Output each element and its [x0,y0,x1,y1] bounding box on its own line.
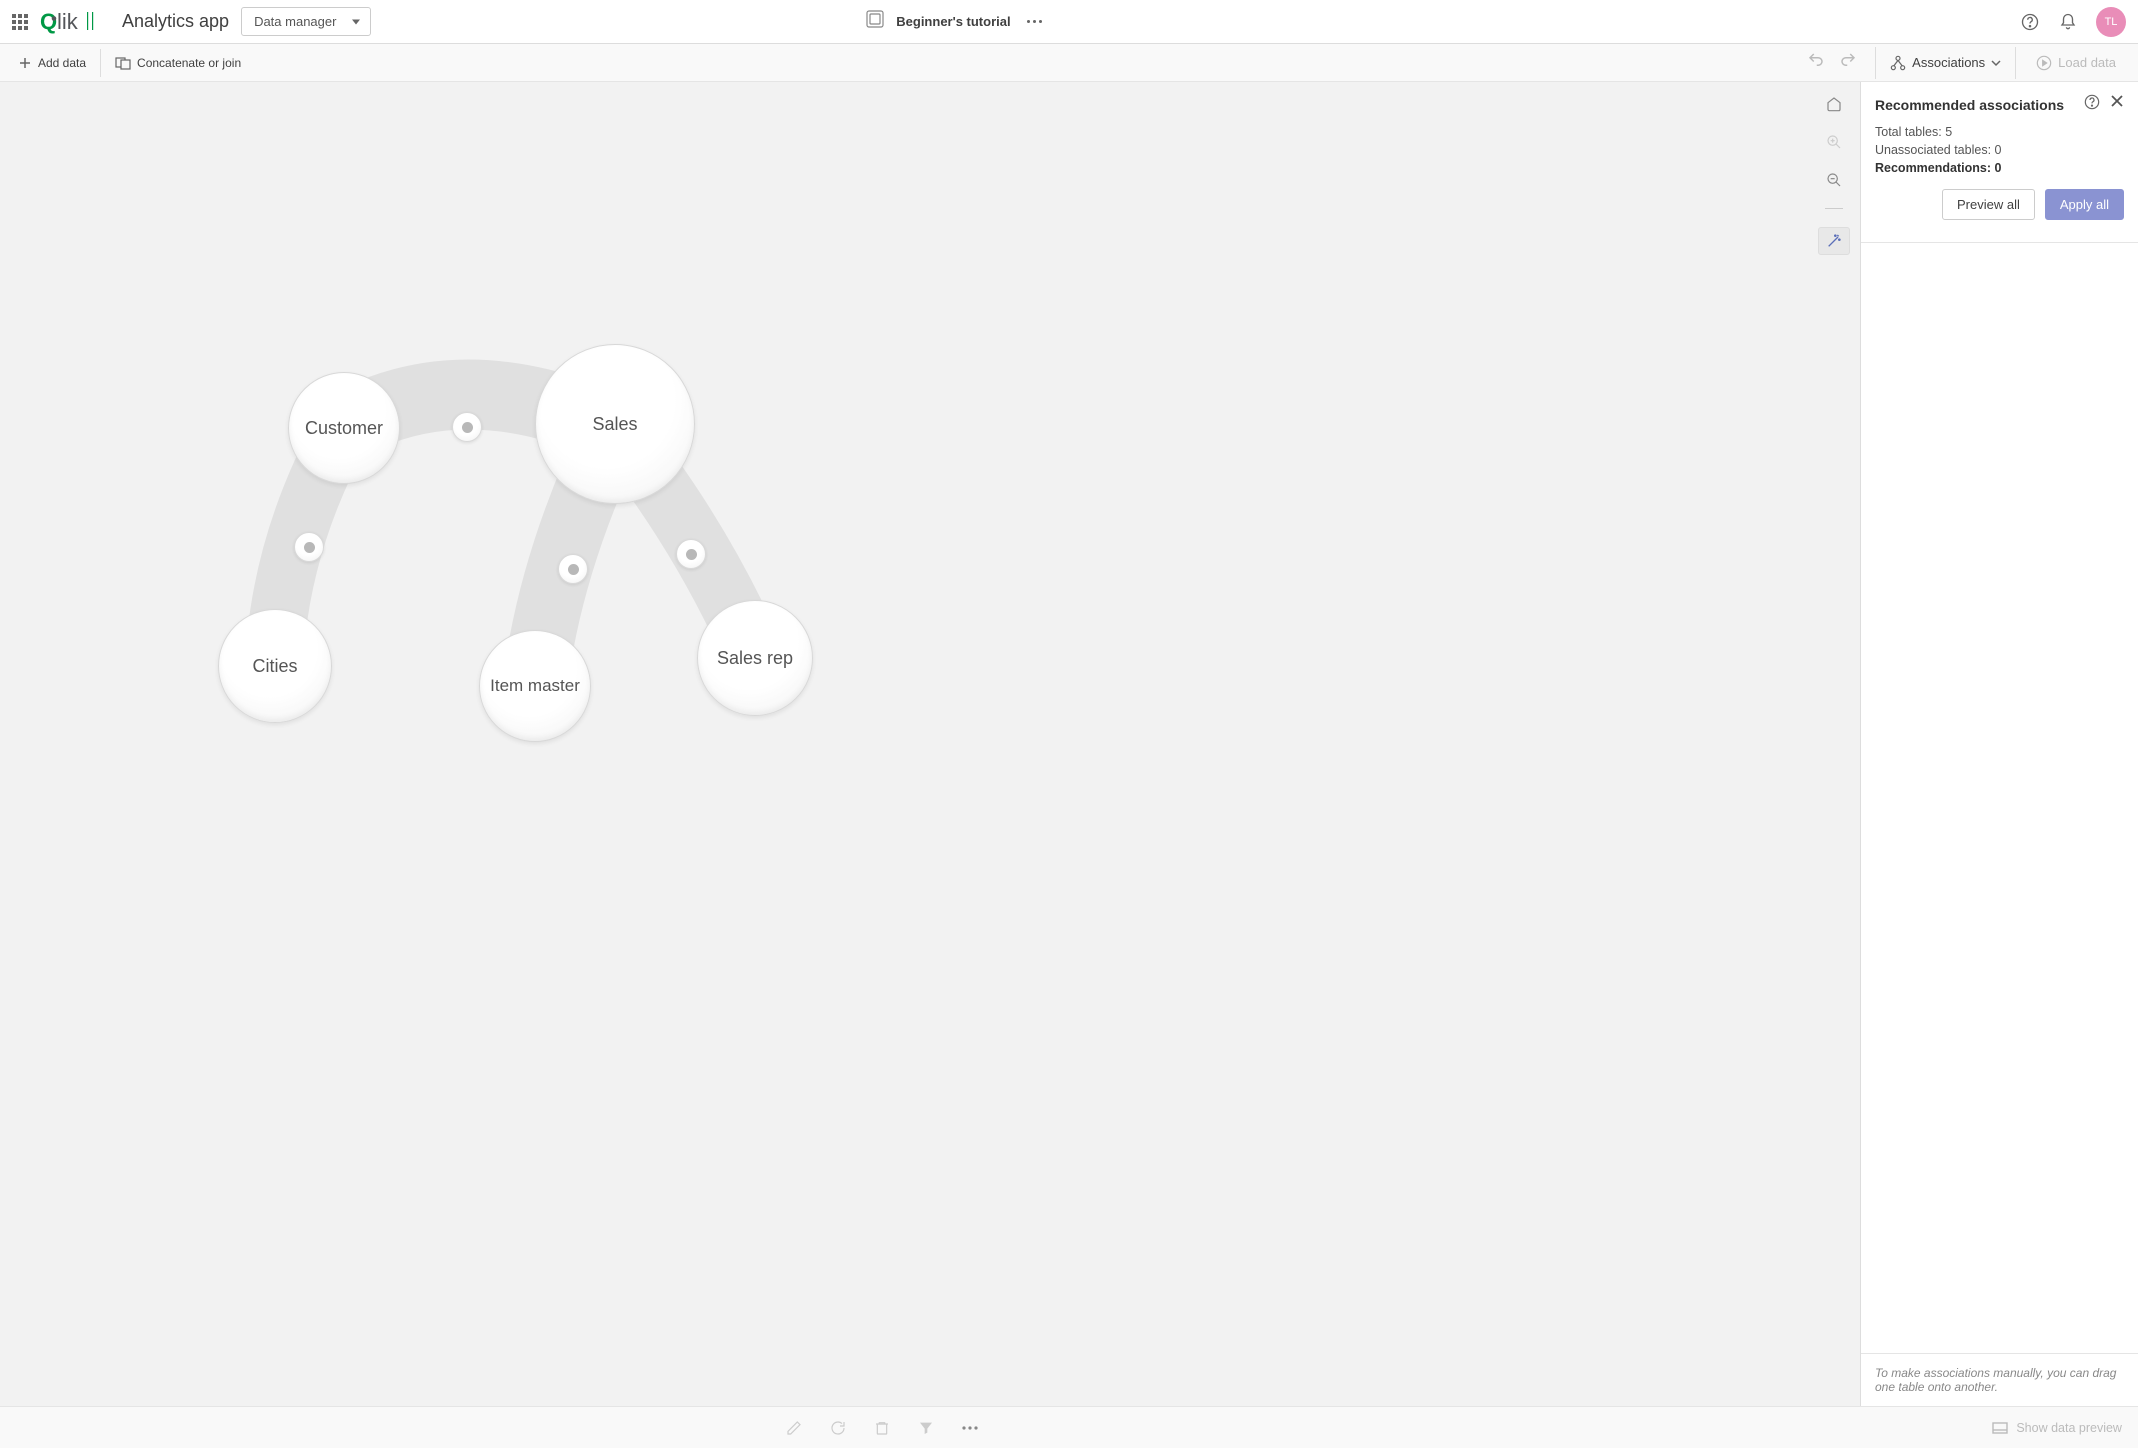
filter-icon [917,1419,935,1437]
user-avatar[interactable]: TL [2096,7,2126,37]
edit-icon [785,1419,803,1437]
top-center: Beginner's tutorial [866,10,1041,33]
bell-icon[interactable] [2058,12,2078,32]
secondary-bar: Add data Concatenate or join Association… [0,44,2138,82]
concatenate-label: Concatenate or join [137,56,241,70]
sidebar-help-icon[interactable] [2084,94,2100,115]
load-data-label: Load data [2058,55,2116,70]
magic-wand-button[interactable] [1818,227,1850,255]
app-name: Analytics app [122,11,229,32]
canvas-tools [1818,94,1850,255]
preview-all-button[interactable]: Preview all [1942,189,2035,220]
concatenate-button[interactable]: Concatenate or join [100,49,249,77]
table-bubble-sales[interactable]: Sales [535,344,695,504]
table-bubble-customer[interactable]: Customer [288,372,400,484]
table-bubble-cities[interactable]: Cities [218,609,332,723]
add-data-label: Add data [38,56,86,70]
recommended-sidebar: Recommended associations Total tables: 5… [1860,82,2138,1406]
top-right: TL [2020,7,2126,37]
association-joint[interactable] [452,412,482,442]
bottom-center-icons [785,1419,979,1437]
association-canvas[interactable]: Customer Sales Cities Item master Sales … [0,82,1860,1406]
association-joint[interactable] [676,539,706,569]
bottom-bar: Show data preview [0,1406,2138,1448]
undo-redo-group [1803,47,1867,78]
association-joint[interactable] [294,532,324,562]
qlik-logo[interactable]: Qlik [40,10,110,34]
association-joint[interactable] [558,554,588,584]
undo-button[interactable] [1803,47,1829,78]
svg-text:Q: Q [40,10,57,34]
close-icon[interactable] [2110,94,2124,115]
sidebar-header: Recommended associations Total tables: 5… [1861,82,2138,242]
delete-icon [873,1419,891,1437]
main-area: Customer Sales Cities Item master Sales … [0,82,2138,1406]
secondary-right: Associations Load data [1803,47,2128,79]
refresh-icon [829,1419,847,1437]
table-bubble-sales-rep[interactable]: Sales rep [697,600,813,716]
view-dropdown[interactable]: Data manager [241,7,371,36]
redo-button[interactable] [1835,47,1861,78]
app-title[interactable]: Beginner's tutorial [896,14,1010,29]
zoom-in-icon[interactable] [1824,132,1844,152]
more-icon[interactable] [961,1419,979,1437]
help-icon[interactable] [2020,12,2040,32]
add-data-button[interactable]: Add data [10,50,94,76]
show-data-preview-button: Show data preview [1992,1421,2138,1435]
associations-dropdown[interactable]: Associations [1875,47,2016,79]
more-icon[interactable] [1027,20,1042,23]
sheet-icon[interactable] [866,10,884,33]
connections-svg [0,82,1045,862]
associations-label: Associations [1912,55,1985,70]
table-bubble-item-master[interactable]: Item master [479,630,591,742]
apps-grid-icon[interactable] [12,14,28,30]
apply-all-button[interactable]: Apply all [2045,189,2124,220]
top-bar: Qlik Analytics app Data manager Beginner… [0,0,2138,44]
load-data-button: Load data [2024,55,2128,71]
home-zoom-icon[interactable] [1824,94,1844,114]
svg-text:lik: lik [57,10,79,34]
sidebar-title: Recommended associations [1875,97,2064,113]
zoom-out-icon[interactable] [1824,170,1844,190]
sidebar-footer-hint: To make associations manually, you can d… [1861,1353,2138,1406]
sidebar-stats: Total tables: 5 Unassociated tables: 0 R… [1875,125,2124,175]
